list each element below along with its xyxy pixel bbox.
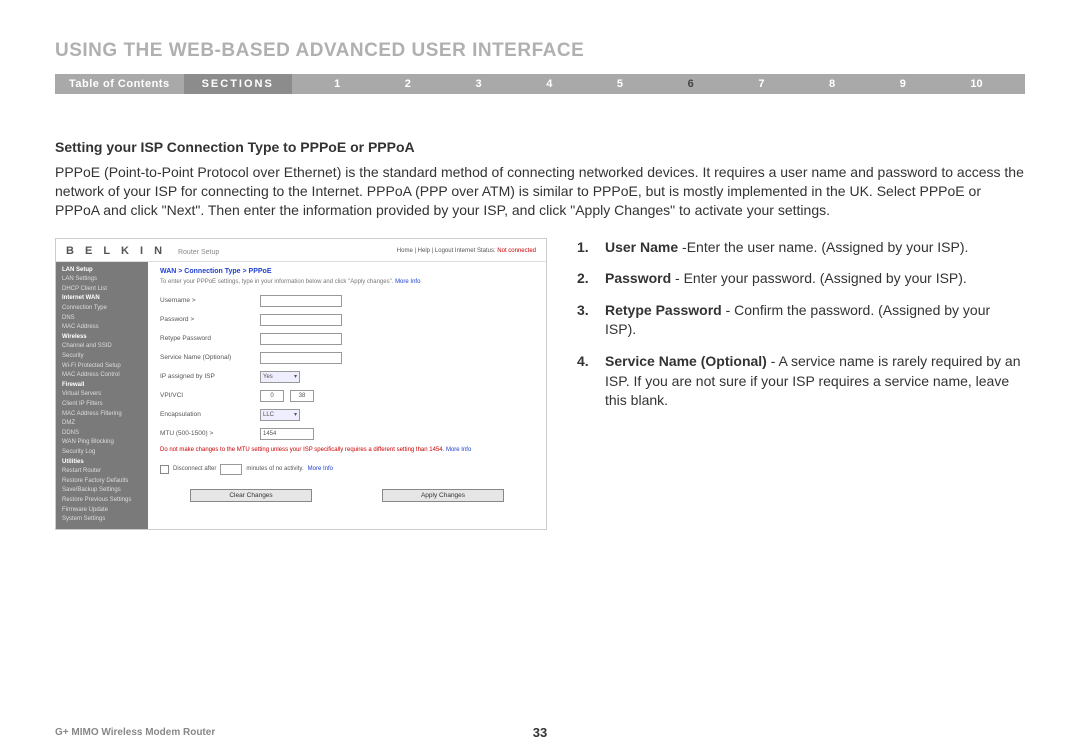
select-encap[interactable]: LLC▾ — [260, 409, 300, 421]
sidebar-item[interactable]: Security — [56, 352, 148, 362]
footer-page-number: 33 — [533, 725, 547, 740]
sidebar-item[interactable]: Wi-Fi Protected Setup — [56, 362, 148, 372]
sidebar-item[interactable]: System Settings — [56, 515, 148, 525]
instruction-item: 3.Retype Password - Confirm the password… — [577, 301, 1025, 340]
sidebar-item: Firewall — [56, 381, 148, 391]
router-sidebar: LAN SetupLAN SettingsDHCP Client ListInt… — [56, 262, 148, 529]
nav-bar: Table of Contents SECTIONS 1 2 3 4 5 6 7… — [55, 74, 1025, 94]
sidebar-item[interactable]: DNS — [56, 314, 148, 324]
disconnect-row: Disconnect after minutes of no activity.… — [160, 464, 534, 475]
nav-num-5[interactable]: 5 — [617, 78, 623, 90]
router-logo: B E L K I N — [66, 245, 166, 257]
clear-changes-button[interactable]: Clear Changes — [190, 489, 312, 502]
instruction-item: 2.Password - Enter your password. (Assig… — [577, 269, 1025, 289]
footer-product: G+ MIMO Wireless Modem Router — [55, 727, 215, 738]
sidebar-item[interactable]: Security Log — [56, 448, 148, 458]
sidebar-item[interactable]: DHCP Client List — [56, 285, 148, 295]
router-logo-sub: Router Setup — [178, 249, 219, 256]
sidebar-item[interactable]: Restore Factory Defaults — [56, 477, 148, 487]
nav-toc[interactable]: Table of Contents — [55, 78, 184, 90]
input-vci[interactable]: 38 — [290, 390, 314, 402]
label-service: Service Name (Optional) — [160, 354, 260, 361]
mtu-note: Do not make changes to the MTU setting u… — [160, 447, 534, 454]
router-status: Not connected — [497, 248, 536, 254]
input-vpi[interactable]: 0 — [260, 390, 284, 402]
nav-num-10[interactable]: 10 — [970, 78, 982, 90]
sidebar-item: Wireless — [56, 333, 148, 343]
input-retype[interactable] — [260, 333, 342, 345]
sidebar-item[interactable]: MAC Address Control — [56, 371, 148, 381]
nav-num-4[interactable]: 4 — [546, 78, 552, 90]
nav-sections-label: SECTIONS — [184, 74, 292, 94]
label-password: Password > — [160, 316, 260, 323]
label-username: Username > — [160, 297, 260, 304]
sidebar-item[interactable]: MAC Address Filtering — [56, 410, 148, 420]
page-footer: G+ MIMO Wireless Modem Router 33 — [55, 727, 1025, 738]
sidebar-item: Utilities — [56, 458, 148, 468]
sidebar-item[interactable]: Client IP Filters — [56, 400, 148, 410]
sidebar-item[interactable]: DDNS — [56, 429, 148, 439]
nav-num-6[interactable]: 6 — [688, 78, 694, 90]
sidebar-item[interactable]: LAN Settings — [56, 275, 148, 285]
input-idle-minutes[interactable] — [220, 464, 242, 475]
section-subheading: Setting your ISP Connection Type to PPPo… — [55, 139, 1025, 155]
sidebar-item[interactable]: WAN Ping Blocking — [56, 438, 148, 448]
nav-num-8[interactable]: 8 — [829, 78, 835, 90]
input-service[interactable] — [260, 352, 342, 364]
sidebar-item[interactable]: Channel and SSID — [56, 342, 148, 352]
input-mtu[interactable]: 1454 — [260, 428, 314, 440]
sidebar-item: LAN Setup — [56, 266, 148, 276]
chevron-down-icon: ▾ — [294, 373, 297, 380]
router-breadcrumb: WAN > Connection Type > PPPoE — [160, 268, 534, 275]
select-ipassigned[interactable]: Yes▾ — [260, 371, 300, 383]
checkbox-disconnect[interactable] — [160, 465, 169, 474]
apply-changes-button[interactable]: Apply Changes — [382, 489, 504, 502]
sidebar-item[interactable]: Save/Backup Settings — [56, 486, 148, 496]
instruction-item: 4.Service Name (Optional) - A service na… — [577, 352, 1025, 411]
router-help-text: To enter your PPPoE settings, type in yo… — [160, 279, 534, 285]
label-ipassigned: IP assigned by ISP — [160, 373, 260, 380]
router-top-links: Home | Help | Logout Internet Status: No… — [397, 248, 536, 254]
sidebar-item[interactable]: DMZ — [56, 419, 148, 429]
sidebar-item[interactable]: Virtual Servers — [56, 390, 148, 400]
section-body: PPPoE (Point-to-Point Protocol over Ethe… — [55, 163, 1025, 220]
chevron-down-icon: ▾ — [294, 411, 297, 418]
sidebar-item[interactable]: Connection Type — [56, 304, 148, 314]
instruction-item: 1.User Name -Enter the user name. (Assig… — [577, 238, 1025, 258]
sidebar-item: Internet WAN — [56, 294, 148, 304]
sidebar-item[interactable]: Firmware Update — [56, 506, 148, 516]
nav-num-3[interactable]: 3 — [476, 78, 482, 90]
nav-num-9[interactable]: 9 — [900, 78, 906, 90]
chapter-title: USING THE WEB-BASED ADVANCED USER INTERF… — [55, 40, 1025, 62]
nav-numbers: 1 2 3 4 5 6 7 8 9 10 — [292, 78, 1025, 90]
label-mtu: MTU (500-1500) > — [160, 430, 260, 437]
label-vpivci: VPI/VCI — [160, 392, 260, 399]
nav-num-7[interactable]: 7 — [758, 78, 764, 90]
nav-num-1[interactable]: 1 — [334, 78, 340, 90]
sidebar-item[interactable]: Restore Previous Settings — [56, 496, 148, 506]
input-password[interactable] — [260, 314, 342, 326]
instructions-list: 1.User Name -Enter the user name. (Assig… — [577, 238, 1025, 530]
label-encap: Encapsulation — [160, 411, 260, 418]
router-screenshot: B E L K I N Router Setup Home | Help | L… — [55, 238, 547, 530]
sidebar-item[interactable]: MAC Address — [56, 323, 148, 333]
sidebar-item[interactable]: Restart Router — [56, 467, 148, 477]
label-retype: Retype Password — [160, 335, 260, 342]
nav-num-2[interactable]: 2 — [405, 78, 411, 90]
input-username[interactable] — [260, 295, 342, 307]
